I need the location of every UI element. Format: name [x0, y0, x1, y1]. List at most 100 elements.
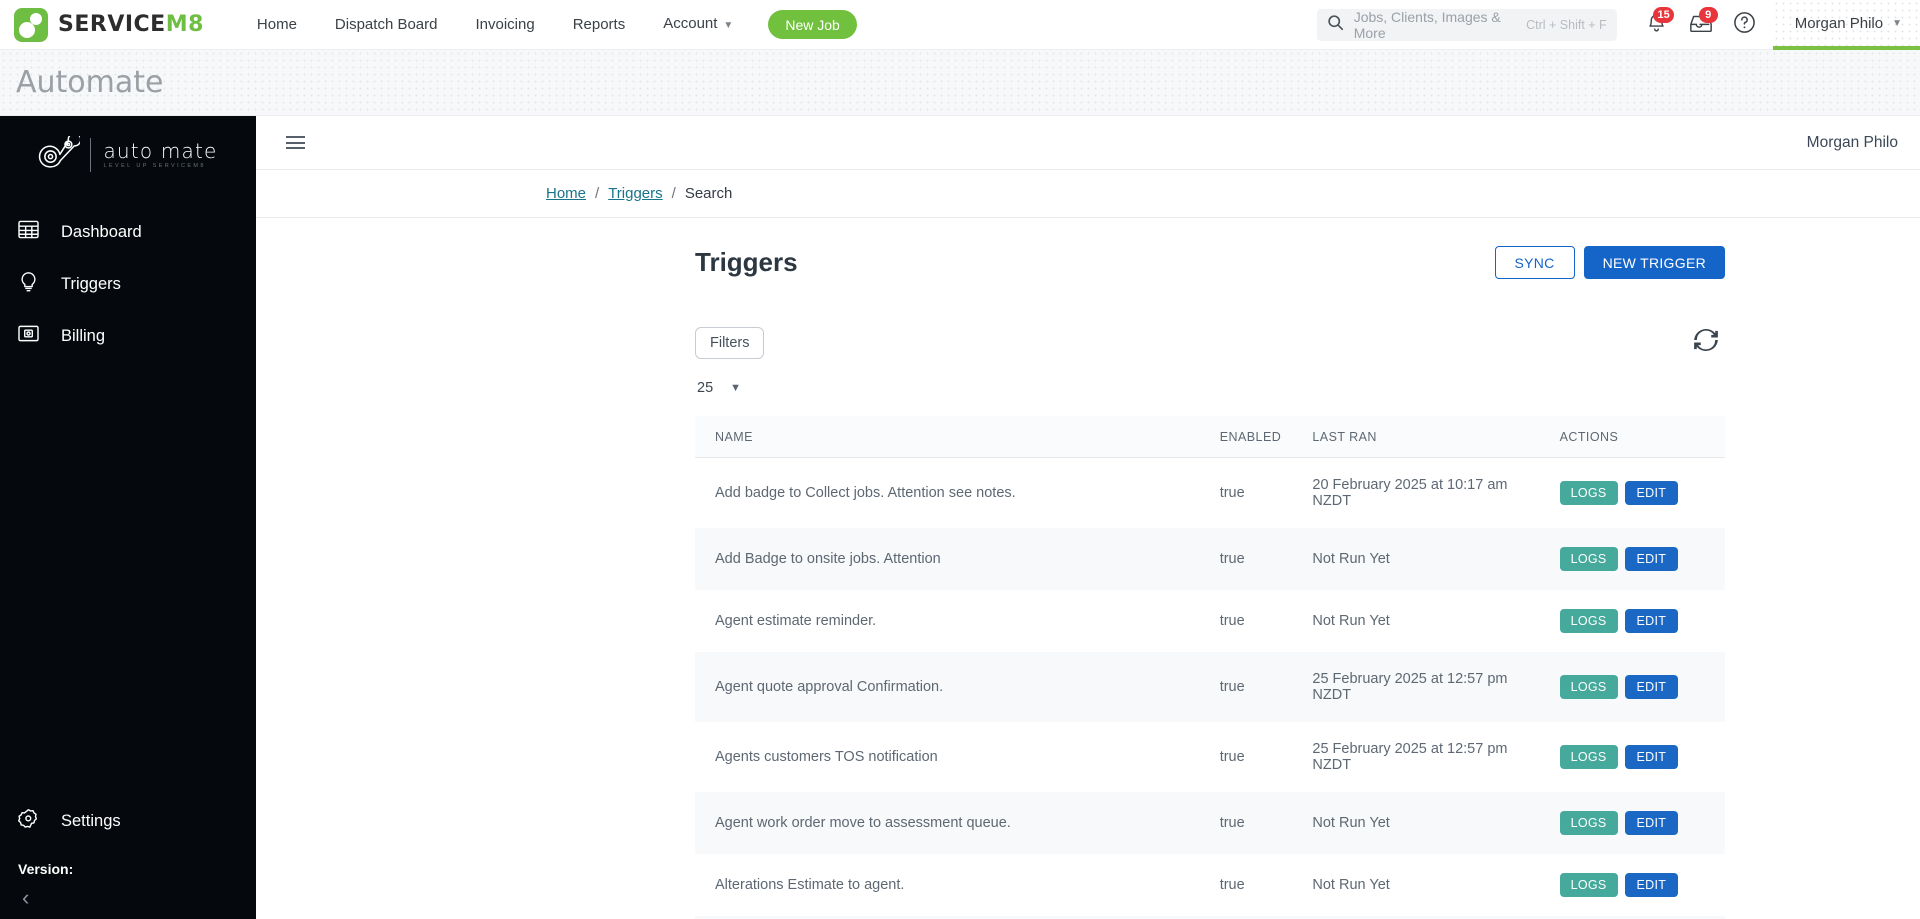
- edit-button[interactable]: EDIT: [1624, 481, 1679, 505]
- edit-button[interactable]: EDIT: [1624, 609, 1679, 633]
- edit-button[interactable]: EDIT: [1624, 547, 1679, 571]
- cell-enabled: true: [1219, 749, 1245, 765]
- cell-actions: LOGSEDIT: [1540, 792, 1725, 854]
- nav-item-dispatch-board[interactable]: Dispatch Board: [316, 0, 457, 50]
- sidebar-nav: Dashboard Triggers Billing: [0, 206, 256, 362]
- sidebar-item-triggers[interactable]: Triggers: [0, 258, 256, 310]
- menu-toggle-button[interactable]: [286, 136, 305, 149]
- sidebar-item-triggers-label: Triggers: [61, 274, 121, 293]
- global-search-placeholder: Jobs, Clients, Images & More: [1353, 9, 1501, 41]
- cell-last-ran: 25 February 2025 at 12:57 pm NZDT: [1312, 671, 1508, 703]
- help-button[interactable]: [1723, 0, 1767, 50]
- nav-item-reports[interactable]: Reports: [554, 0, 645, 50]
- inbox-button[interactable]: 9: [1679, 0, 1723, 50]
- gear-belt-icon: [38, 132, 82, 175]
- breadcrumb-home[interactable]: Home: [546, 185, 586, 202]
- chevron-down-icon: ▼: [730, 382, 742, 394]
- breadcrumb-separator: /: [595, 185, 600, 202]
- nav-item-reports-label: Reports: [572, 15, 626, 33]
- global-search-shortcut: Ctrl + Shift + F: [1526, 18, 1607, 32]
- table-row[interactable]: Agent estimate reminder. true Not Run Yet L…: [695, 590, 1725, 652]
- table-row[interactable]: Agent work order move to assessment queu…: [695, 792, 1725, 854]
- logs-button[interactable]: LOGS: [1559, 609, 1618, 633]
- edit-button[interactable]: EDIT: [1624, 873, 1679, 897]
- cell-actions: LOGSEDIT: [1540, 854, 1725, 916]
- logs-button[interactable]: LOGS: [1559, 811, 1618, 835]
- table-row[interactable]: Agents customers TOS notification true 25 …: [695, 722, 1725, 792]
- logs-button[interactable]: LOGS: [1559, 481, 1618, 505]
- table-row[interactable]: Add badge to Collect jobs. Attention see…: [695, 457, 1725, 528]
- notifications-button[interactable]: 15: [1635, 0, 1679, 50]
- edit-button[interactable]: EDIT: [1624, 675, 1679, 699]
- column-header-name: NAME: [695, 416, 1200, 458]
- logs-button[interactable]: LOGS: [1559, 675, 1618, 699]
- cell-actions: LOGSEDIT: [1540, 590, 1725, 652]
- sidebar-collapse-button[interactable]: ‹: [0, 887, 256, 909]
- edit-button[interactable]: EDIT: [1624, 745, 1679, 769]
- automate-logo-text: auto mate LEVEL UP SERVICEM8: [90, 138, 217, 172]
- cell-name: Agents customers TOS notification: [715, 749, 938, 765]
- page-size-row: 25 ▼: [695, 376, 1725, 400]
- nav-item-invoicing-label: Invoicing: [475, 15, 535, 33]
- logs-button[interactable]: LOGS: [1559, 745, 1618, 769]
- cell-name: Agent estimate reminder.: [715, 613, 877, 629]
- logs-button[interactable]: LOGS: [1559, 873, 1618, 897]
- user-menu[interactable]: Morgan Philo ▼: [1772, 0, 1920, 50]
- new-trigger-button[interactable]: NEW TRIGGER: [1583, 246, 1725, 279]
- nav-item-invoicing[interactable]: Invoicing: [456, 0, 553, 50]
- main-region: Morgan Philo Home / Triggers / Search Tr…: [256, 116, 1920, 919]
- servicem8-wordmark: SERVICEM8: [58, 12, 204, 37]
- filters-button[interactable]: Filters: [695, 326, 765, 359]
- global-search-input[interactable]: Jobs, Clients, Images & More Ctrl + Shif…: [1316, 9, 1617, 41]
- main-topbar: Morgan Philo: [256, 116, 1920, 170]
- servicem8-logo[interactable]: SERVICEM8: [0, 7, 204, 42]
- cell-enabled: true: [1219, 613, 1245, 629]
- sidebar-item-settings[interactable]: Settings: [0, 795, 256, 847]
- table-row[interactable]: Alterations Estimate to agent. true Not Ru…: [695, 854, 1725, 916]
- cell-enabled: true: [1219, 485, 1245, 501]
- cell-enabled: true: [1219, 679, 1245, 695]
- triggers-table-body: Add badge to Collect jobs. Attention see…: [695, 457, 1725, 919]
- wordmark-m8: M8: [165, 12, 204, 37]
- sidebar-item-billing-label: Billing: [61, 326, 106, 345]
- breadcrumb-triggers[interactable]: Triggers: [608, 185, 662, 202]
- sidebar-item-dashboard[interactable]: Dashboard: [0, 206, 256, 258]
- breadcrumb-current: Search: [684, 185, 733, 202]
- table-row[interactable]: Agent quote approval Confirmation. true 25…: [695, 652, 1725, 722]
- automate-logo-tagline: LEVEL UP SERVICEM8: [103, 163, 206, 169]
- table-row[interactable]: Add Badge to onsite jobs. Attention true N…: [695, 528, 1725, 590]
- row-action-buttons: LOGS EDIT: [1559, 547, 1725, 571]
- servicem8-top-nav: SERVICEM8 Home Dispatch Board Invoicing …: [0, 0, 1920, 50]
- top-nav-links: Home Dispatch Board Invoicing Reports Ac…: [238, 0, 857, 51]
- automate-logo[interactable]: auto mate LEVEL UP SERVICEM8: [0, 116, 256, 194]
- page-size-select[interactable]: 25 ▼: [695, 376, 743, 400]
- column-header-last-ran: LAST RAN: [1292, 416, 1540, 458]
- nav-item-account[interactable]: Account ▼: [644, 0, 752, 51]
- cell-last-ran: Not Run Yet: [1312, 551, 1390, 567]
- refresh-button[interactable]: [1691, 325, 1721, 360]
- page-title: Triggers: [695, 247, 798, 277]
- grid-icon: [18, 220, 39, 244]
- nav-item-account-label: Account: [663, 14, 718, 32]
- nav-item-home[interactable]: Home: [238, 0, 316, 50]
- chevron-down-icon: ▼: [723, 19, 734, 31]
- logs-button[interactable]: LOGS: [1559, 547, 1618, 571]
- nav-item-dispatch-board-label: Dispatch Board: [334, 15, 438, 33]
- cell-last-ran: Not Run Yet: [1312, 815, 1390, 831]
- row-action-buttons: LOGS EDIT: [1559, 609, 1725, 633]
- new-job-button[interactable]: New Job: [768, 10, 857, 39]
- sync-button[interactable]: SYNC: [1494, 246, 1575, 279]
- column-header-actions: ACTIONS: [1539, 416, 1725, 458]
- servicem8-mark-icon: [14, 7, 48, 42]
- cell-name: Alterations Estimate to agent.: [715, 877, 905, 893]
- sidebar-item-billing[interactable]: Billing: [0, 310, 256, 362]
- cell-enabled: true: [1219, 815, 1245, 831]
- cell-actions: LOGSEDIT: [1540, 528, 1725, 590]
- user-menu-label: Morgan Philo: [1794, 14, 1884, 32]
- main-topbar-user: Morgan Philo: [1806, 133, 1898, 151]
- triggers-table-head: NAME ENABLED LAST RAN ACTIONS: [695, 416, 1725, 458]
- chevron-down-icon: ▼: [1892, 17, 1902, 29]
- edit-button[interactable]: EDIT: [1624, 811, 1679, 835]
- page-content: Triggers SYNC NEW TRIGGER Filters 25 ▼ N…: [256, 218, 1920, 919]
- cell-enabled: true: [1219, 551, 1245, 567]
